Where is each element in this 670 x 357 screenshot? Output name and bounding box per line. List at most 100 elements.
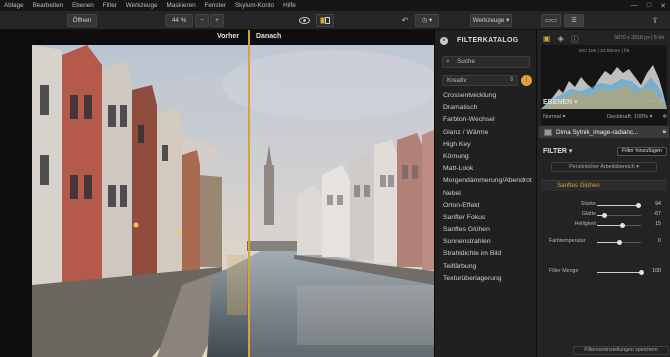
slider-value: 94 [655, 201, 661, 207]
zoom-select[interactable]: 44 % [165, 14, 193, 27]
tools-dropdown[interactable]: Werkzeuge ▾ [470, 14, 512, 27]
category-label: Kreativ [447, 77, 467, 84]
filter-item[interactable]: High Key [443, 139, 535, 151]
zoom-out-button[interactable]: − [195, 14, 209, 27]
settings-icon[interactable]: ✲ [662, 114, 667, 120]
info-icon[interactable]: ⓘ [571, 34, 579, 45]
layers-title-label: EBENEN [543, 99, 573, 106]
open-button[interactable]: Öffnen [67, 14, 97, 27]
filter-item[interactable]: Nebel [443, 188, 535, 200]
undo-icon[interactable]: ↶ [398, 14, 412, 27]
filter-item[interactable]: Strahldichte im Bild [443, 248, 535, 260]
layers-title[interactable]: EBENEN ▾ [543, 98, 578, 106]
layer-controls: — + [647, 96, 664, 105]
slider-farbtemperatur[interactable]: Farbtemperatur 0 [541, 238, 667, 246]
filter-item[interactable]: Morgendämmerung/Abendrot [443, 175, 535, 187]
filter-item[interactable]: Farbton-Wechsel [443, 114, 535, 126]
category-select[interactable]: Kreativ ⇕ [442, 75, 518, 86]
minus-icon[interactable]: — [647, 96, 655, 105]
slider-knob[interactable] [616, 240, 622, 245]
compare-toggle-icon[interactable] [316, 14, 334, 27]
menu-hilfe[interactable]: Hilfe [283, 2, 296, 9]
search-icon: ⌕ [446, 58, 450, 65]
filter-item[interactable]: Crossentwicklung [443, 90, 535, 102]
filter-title-label: FILTER [543, 148, 567, 155]
filter-item[interactable]: Sanfter Fokus [443, 212, 535, 224]
slider-glaette[interactable]: Glätte -67 [541, 211, 667, 219]
close-catalog-icon[interactable]: × [440, 37, 448, 45]
filter-list: Crossentwicklung Dramatisch Farbton-Wech… [443, 90, 535, 285]
slider-staerke[interactable]: Stärke 94 [541, 201, 667, 209]
toolbar: Öffnen 44 % − + ↶ ◷ ▾ Werkzeuge ▾ ▭▭ ☰ ⇪ [0, 11, 670, 30]
minimize-icon[interactable]: — [631, 2, 638, 9]
menu-bearbeiten[interactable]: Bearbeiten [33, 2, 63, 9]
history-icon[interactable]: ◷ ▾ [415, 14, 439, 27]
filter-title[interactable]: FILTER ▾ [543, 147, 572, 155]
menu-bar: Ablage Bearbeiten Ebenen Filter Werkzeug… [0, 0, 670, 11]
chevron-down-icon: ⇕ [508, 77, 514, 83]
slider-value: 0 [658, 238, 661, 244]
filter-item[interactable]: Texturüberlagerung [443, 273, 535, 285]
menu-ablage[interactable]: Ablage [4, 2, 24, 9]
filter-item[interactable]: Orton-Effekt [443, 200, 535, 212]
zoom-in-button[interactable]: + [210, 14, 224, 27]
menu-skylum-konto[interactable]: Skylum-Konto [235, 2, 274, 9]
menu-werkzeuge[interactable]: Werkzeuge [126, 2, 158, 9]
opacity-label: Deckkraft: 100% [607, 114, 649, 120]
filter-item[interactable]: Körnung [443, 151, 535, 163]
opacity-select[interactable]: Deckkraft: 100% ▾ [607, 114, 652, 120]
image-canvas[interactable]: Vorher Danach [0, 30, 434, 357]
active-filter-header[interactable]: Sanftes Glühen [541, 180, 667, 191]
before-label: Vorher [217, 33, 240, 40]
layer-name: Dima Sytnik_image-radianc... [556, 128, 639, 136]
exif-info: ISO 100 | 24.00mm | f/8 [578, 49, 630, 54]
layer-thumbnail [544, 128, 552, 136]
image-dimensions: 5870 x 3918 px | 8-bit [614, 35, 664, 41]
plus-icon[interactable]: + [659, 96, 664, 105]
add-filter-button[interactable]: Filter hinzufügen [617, 147, 667, 156]
image-icon[interactable]: ▣ [543, 34, 551, 45]
after-label: Danach [256, 33, 282, 40]
options-icon[interactable]: ⋮ [521, 75, 532, 86]
window-controls: — □ ✕ [631, 0, 666, 11]
slider-label: Stärke [580, 201, 596, 207]
slider-label: Glätte [581, 211, 596, 217]
blend-mode-select[interactable]: Normal ▾ [543, 114, 565, 120]
before-after-divider[interactable] [248, 30, 250, 357]
slider-helligkeit[interactable]: Helligkeit 15 [541, 221, 667, 229]
filter-item[interactable]: Sonnenstrahlen [443, 236, 535, 248]
filter-item[interactable]: Sanftes Glühen [443, 224, 535, 236]
workspace-select[interactable]: Persönlicher Arbeitsbereich ▾ [551, 162, 657, 172]
menu-maskieren[interactable]: Maskieren [167, 2, 196, 9]
canal-photo [32, 45, 434, 357]
save-filter-preset-button[interactable]: Filtervoreinstellungen speichern [573, 346, 669, 355]
layout-icon[interactable]: ▭▭ [541, 14, 561, 27]
filter-item[interactable]: Glanz / Wärme [443, 127, 535, 139]
adjustments-icon[interactable]: ☰ [564, 14, 584, 27]
filter-item[interactable]: Teilfärbung [443, 261, 535, 273]
layer-options: Normal ▾ Deckkraft: 100% ▾ ✲ [543, 114, 667, 120]
slider-value: 100 [652, 268, 661, 274]
slider-knob[interactable] [619, 223, 625, 228]
tools-label: Werkzeuge [472, 17, 505, 24]
eye-icon[interactable] [296, 14, 312, 27]
menu-fenster[interactable]: Fenster [205, 2, 226, 9]
blend-mode-label: Normal [543, 114, 562, 120]
menu-filter[interactable]: Filter [103, 2, 117, 9]
share-icon[interactable]: ⇪ [648, 14, 662, 27]
layers-icon[interactable]: ◈ [558, 34, 564, 45]
slider-filter-menge[interactable]: Filter Menge 100 [541, 268, 667, 276]
maximize-icon[interactable]: □ [647, 2, 651, 9]
layer-item[interactable]: Dima Sytnik_image-radianc... 🔒︎ [539, 126, 669, 138]
panel-icon-row: ▣ ◈ ⓘ [543, 34, 579, 45]
filter-item[interactable]: Dramatisch [443, 102, 535, 114]
after-overlay [249, 45, 434, 357]
slider-label: Filter Menge [549, 268, 579, 274]
slider-knob[interactable] [601, 213, 607, 218]
menu-ebenen[interactable]: Ebenen [72, 2, 94, 9]
filter-item[interactable]: Matt-Look [443, 163, 535, 175]
slider-knob[interactable] [638, 270, 644, 275]
close-icon[interactable]: ✕ [660, 2, 666, 10]
slider-knob[interactable] [635, 203, 641, 208]
search-input[interactable]: ⌕ Suche [442, 56, 530, 68]
